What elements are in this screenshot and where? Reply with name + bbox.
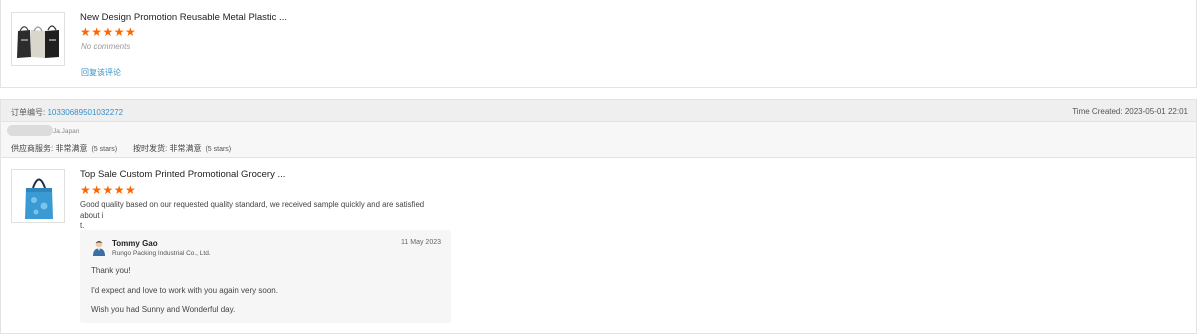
product-thumbnail[interactable] — [11, 169, 65, 223]
order-number-link[interactable]: 10330689501032272 — [47, 108, 123, 117]
product-thumbnail[interactable] — [11, 12, 65, 66]
reply-text-line: Thank you! — [91, 266, 131, 275]
buyer-info: Ja.Japan 供应商服务: 非常满意 (5 stars) 按时发货: 非常满意… — [1, 122, 1196, 158]
buyer-name-blurred — [7, 125, 53, 136]
replier-name: Tommy Gao — [112, 239, 158, 248]
product-title[interactable]: New Design Promotion Reusable Metal Plas… — [80, 12, 287, 23]
reply-to-review-link[interactable]: 回复该评论 — [81, 67, 121, 78]
user-avatar-icon — [92, 239, 106, 256]
product-title[interactable]: Top Sale Custom Printed Promotional Groc… — [80, 169, 285, 180]
supplier-service-rating: 供应商服务: 非常满意 (5 stars) — [11, 144, 118, 153]
replier-company: Rungo Packing Industrial Co., Ltd. — [112, 250, 211, 257]
time-created: Time Created: 2023-05-01 22:01 — [1072, 107, 1188, 116]
star-rating: ★★★★★ — [80, 25, 137, 39]
review-comment: Good quality based on our requested qual… — [80, 200, 425, 230]
reply-text-line: Wish you had Sunny and Wonderful day. — [91, 305, 236, 314]
reply-date: 11 May 2023 — [401, 239, 441, 246]
reply-text-line: I'd expect and love to work with you aga… — [91, 286, 278, 295]
ontime-shipping-rating: 按时发货: 非常满意 (5 stars) — [133, 144, 232, 153]
buyer-country: Ja.Japan — [53, 128, 80, 135]
order-header: 订单编号: 10330689501032272 Time Created: 20… — [1, 100, 1196, 122]
supplier-reply: Tommy Gao Rungo Packing Industrial Co., … — [80, 230, 451, 323]
review-card: New Design Promotion Reusable Metal Plas… — [0, 0, 1197, 88]
order-number-label: 订单编号: 10330689501032272 — [11, 108, 124, 117]
review-card: 订单编号: 10330689501032272 Time Created: 20… — [0, 99, 1197, 334]
star-rating: ★★★★★ — [80, 183, 137, 197]
review-comment: No comments — [81, 42, 131, 51]
